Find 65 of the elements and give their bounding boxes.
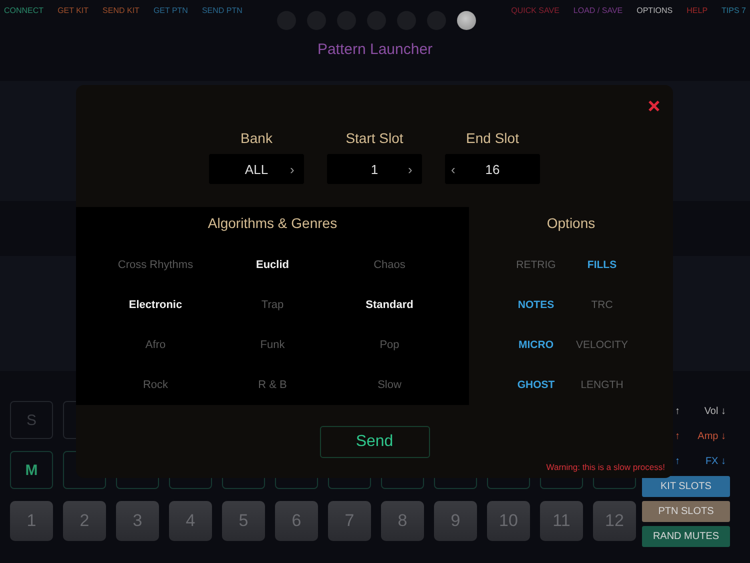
genre-option[interactable]: Rock	[142, 379, 168, 391]
option-toggle[interactable]: RETRIG	[516, 259, 556, 271]
number-pad[interactable]: 8	[381, 501, 424, 541]
toolbar-link[interactable]: SEND PTN	[202, 6, 242, 14]
slots-button[interactable]: PTN SLOTS	[642, 501, 730, 522]
option-toggle[interactable]: NOTES	[518, 299, 554, 311]
genre-option[interactable]: Funk	[260, 339, 285, 351]
genre-option[interactable]: R & B	[258, 379, 287, 391]
number-pad[interactable]: 5	[222, 501, 265, 541]
genre-option[interactable]: Pop	[380, 339, 400, 351]
toolbar-link[interactable]: OPTIONS	[636, 6, 673, 14]
toolbar-link[interactable]: GET KIT	[58, 6, 89, 14]
option-toggle[interactable]: TRC	[591, 299, 613, 311]
up-control[interactable]: ↑	[675, 406, 680, 417]
page-dot[interactable]	[457, 10, 476, 30]
genre-option[interactable]: Cross Rhythms	[118, 259, 194, 271]
slots-button[interactable]: KIT SLOTS	[642, 476, 730, 497]
number-pad[interactable]: 11	[540, 501, 583, 541]
value-stepper[interactable]: 1 ›	[327, 154, 422, 184]
number-pad[interactable]: 2	[63, 501, 106, 541]
toolbar-link[interactable]: QUICK SAVE	[511, 6, 560, 14]
genre-option[interactable]: Chaos	[374, 259, 406, 271]
genre-option[interactable]: Standard	[366, 299, 414, 311]
genre-option[interactable]: Slow	[378, 379, 402, 391]
option-toggle[interactable]: MICRO	[518, 339, 554, 351]
number-pad[interactable]: 1	[10, 501, 53, 541]
number-pad[interactable]: 10	[487, 501, 530, 541]
number-pad[interactable]: 9	[434, 501, 477, 541]
number-pad[interactable]: 7	[328, 501, 371, 541]
down-control[interactable]: FX ↓	[705, 456, 726, 467]
up-control[interactable]: ↑	[675, 456, 680, 467]
number-pad[interactable]: 4	[169, 501, 212, 541]
section-title: Algorithms & Genres	[208, 215, 338, 233]
page-title: Pattern Launcher	[316, 41, 434, 60]
genre-option[interactable]: Electronic	[128, 299, 182, 311]
toolbar-link[interactable]: HELP	[686, 6, 708, 14]
down-control[interactable]: Amp ↓	[698, 431, 726, 442]
value-stepper[interactable]: ALL ›	[209, 154, 304, 184]
send-button[interactable]: Send	[320, 426, 430, 458]
option-toggle[interactable]: VELOCITY	[576, 339, 628, 351]
pad[interactable]: M	[10, 451, 53, 489]
genre-option[interactable]: Trap	[261, 299, 284, 311]
toolbar-link[interactable]: LOAD / SAVE	[573, 6, 623, 14]
toolbar-link[interactable]: TIPS 7	[722, 6, 746, 14]
warning-text: Warning: this is a slow process!	[546, 462, 665, 472]
value-stepper[interactable]: ‹ 16	[445, 154, 540, 184]
toolbar-link[interactable]: GET PTN	[153, 6, 188, 14]
slots-button[interactable]: RAND MUTES	[642, 526, 730, 547]
number-pad[interactable]: 12	[593, 501, 636, 541]
genre-option[interactable]: Afro	[145, 339, 166, 351]
toolbar-link[interactable]: SEND KIT	[102, 6, 140, 14]
number-pad[interactable]: 6	[275, 501, 318, 541]
selector-label: Bank	[240, 130, 272, 146]
option-toggle[interactable]: GHOST	[517, 379, 555, 391]
selector-label: Start Slot	[346, 130, 404, 146]
close-icon[interactable]	[648, 100, 660, 112]
toolbar-link[interactable]: CONNECT	[4, 6, 44, 14]
genre-option[interactable]: Euclid	[256, 259, 289, 271]
section-title: Options	[546, 215, 596, 233]
selector-label: End Slot	[466, 130, 519, 146]
option-toggle[interactable]: FILLS	[587, 259, 617, 271]
option-toggle[interactable]: LENGTH	[580, 379, 624, 391]
number-pad[interactable]: 3	[116, 501, 159, 541]
down-control[interactable]: Vol ↓	[704, 406, 726, 417]
up-control[interactable]: ↑	[675, 431, 680, 442]
